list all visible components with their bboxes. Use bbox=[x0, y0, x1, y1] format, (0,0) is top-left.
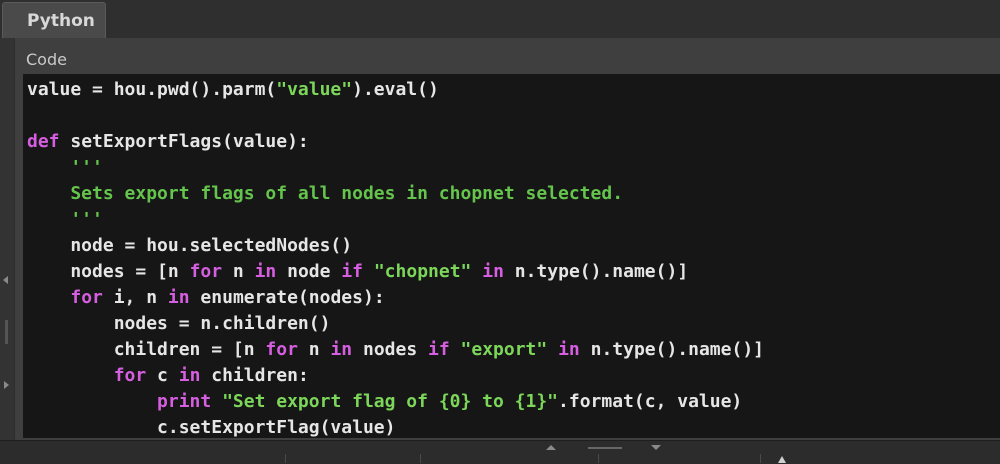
code-token: Sets export flags of all nodes in chopne… bbox=[27, 183, 624, 204]
left-gutter bbox=[0, 38, 14, 440]
code-token: n bbox=[222, 261, 255, 282]
code-token: ''' bbox=[27, 157, 103, 178]
code-label: Code bbox=[26, 50, 67, 69]
code-line: node = hou.selectedNodes() bbox=[27, 233, 352, 259]
code-token: node bbox=[276, 261, 342, 282]
code-token: children = [n bbox=[27, 339, 266, 360]
code-token: node = hou.selectedNodes() bbox=[27, 235, 353, 256]
code-line: nodes = [n for n in node if "chopnet" in… bbox=[27, 259, 688, 285]
code-token: nodes bbox=[352, 339, 428, 360]
code-token: "Set export flag of {0} to {1}" bbox=[222, 391, 559, 412]
code-token: in bbox=[558, 339, 580, 360]
code-token: enumerate(nodes): bbox=[189, 287, 385, 308]
code-line: c.setExportFlag(value) bbox=[27, 415, 395, 438]
code-token: "value" bbox=[276, 79, 353, 100]
code-token: in bbox=[178, 365, 201, 386]
bottom-divider bbox=[598, 454, 599, 463]
code-editor[interactable]: value = hou.pwd().parm("value").eval() de… bbox=[23, 74, 1000, 438]
code-line: Sets export flags of all nodes in chopne… bbox=[27, 181, 623, 207]
code-token: c.setExportFlag(value) bbox=[27, 417, 396, 438]
code-token: if bbox=[341, 261, 363, 282]
code-token: print bbox=[157, 391, 212, 412]
code-token: c bbox=[146, 365, 179, 386]
code-token: value = hou.pwd().parm( bbox=[27, 79, 277, 100]
splitter-handle[interactable] bbox=[588, 447, 622, 449]
gutter-grip[interactable] bbox=[5, 320, 8, 344]
code-token: in bbox=[254, 261, 277, 282]
bottom-divider bbox=[420, 454, 421, 463]
code-token: nodes = [n bbox=[27, 261, 190, 282]
code-token: for bbox=[189, 261, 223, 282]
code-line: nodes = n.children() bbox=[27, 311, 331, 337]
collapse-left-icon[interactable] bbox=[3, 276, 8, 284]
tab-bar bbox=[0, 0, 1000, 39]
pointer-cursor-icon bbox=[778, 456, 786, 463]
code-line: def setExportFlags(value): bbox=[27, 129, 309, 155]
splitter-down-icon[interactable] bbox=[651, 445, 661, 450]
code-token: for bbox=[70, 287, 103, 308]
code-token: "chopnet" bbox=[373, 261, 472, 282]
code-token: "export" bbox=[460, 339, 548, 360]
code-token: in bbox=[167, 287, 190, 308]
code-line: value = hou.pwd().parm("value").eval() bbox=[27, 77, 439, 103]
code-token: if bbox=[428, 339, 450, 360]
bottom-divider bbox=[285, 454, 286, 463]
code-line: ''' bbox=[27, 155, 103, 181]
code-token: .format(c, value) bbox=[558, 391, 743, 412]
code-token: for bbox=[113, 365, 147, 386]
code-token: ''' bbox=[27, 209, 103, 230]
splitter-up-icon[interactable] bbox=[546, 445, 556, 450]
code-token: n.type().name()] bbox=[503, 261, 689, 282]
code-line: for i, n in enumerate(nodes): bbox=[27, 285, 385, 311]
code-line: ''' bbox=[27, 207, 103, 233]
expand-right-icon[interactable] bbox=[4, 381, 9, 389]
code-token: n.type().name()] bbox=[579, 339, 764, 360]
bottom-divider bbox=[760, 454, 761, 463]
code-token: in bbox=[330, 339, 353, 360]
code-token: nodes = n.children() bbox=[27, 313, 331, 334]
code-token: for bbox=[265, 339, 298, 360]
code-line: print "Set export flag of {0} to {1}".fo… bbox=[27, 389, 742, 415]
code-token: i, n bbox=[102, 287, 168, 308]
bottom-bar bbox=[0, 440, 1000, 464]
tab-python[interactable]: Python bbox=[2, 2, 106, 38]
code-token: children: bbox=[200, 365, 309, 386]
code-token: n bbox=[297, 339, 331, 360]
code-token: ).eval() bbox=[352, 79, 439, 100]
code-token: def bbox=[27, 131, 60, 152]
code-token: setExportFlags(value): bbox=[59, 131, 309, 152]
code-line: for c in children: bbox=[27, 363, 309, 389]
code-line: children = [n for n in nodes if "export"… bbox=[27, 337, 764, 363]
code-token: in bbox=[482, 261, 504, 282]
